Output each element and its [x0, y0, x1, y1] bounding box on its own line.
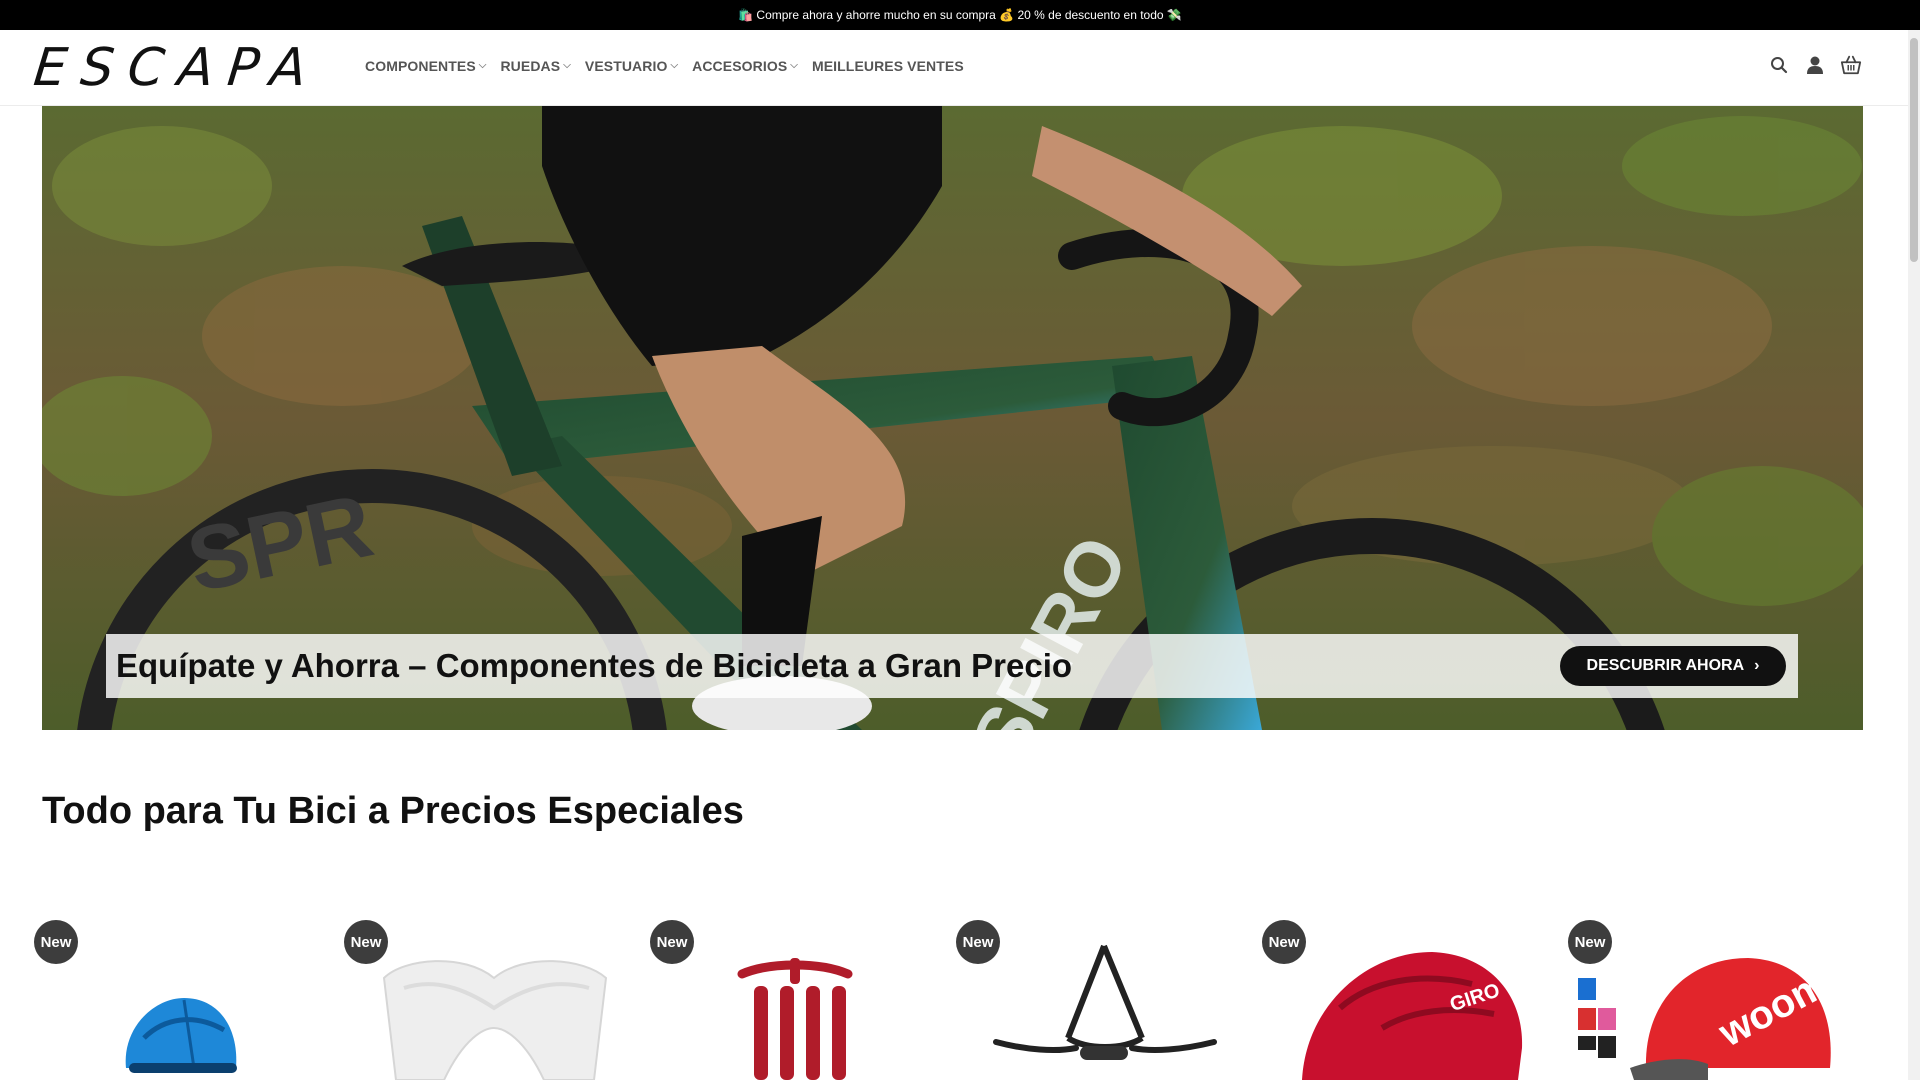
- product-card[interactable]: New: [956, 918, 1246, 1080]
- basket-icon[interactable]: [1840, 54, 1862, 76]
- product-card[interactable]: New woom: [1568, 918, 1858, 1080]
- nav-item-ruedas[interactable]: RUEDAS ⌵: [500, 58, 570, 74]
- search-icon[interactable]: [1768, 54, 1790, 76]
- product-card[interactable]: New: [344, 918, 634, 1080]
- hero-banner[interactable]: SPR SPIRO Equípate y Ahorra – Componente…: [42, 106, 1863, 730]
- nav-item-componentes[interactable]: COMPONENTES ⌵: [365, 58, 486, 74]
- product-card[interactable]: New: [650, 918, 940, 1080]
- chevron-down-icon: ⌵: [478, 59, 487, 71]
- section-title: Todo para Tu Bici a Precios Especiales: [42, 790, 744, 832]
- site-header: ESCAPA COMPONENTES ⌵ RUEDAS ⌵ VESTUARIO …: [0, 30, 1920, 106]
- new-badge: New: [650, 920, 694, 964]
- nav-item-vestuario[interactable]: VESTUARIO ⌵: [585, 58, 678, 74]
- logo-text: ESCAPA: [30, 38, 324, 98]
- new-badge: New: [956, 920, 1000, 964]
- header-actions: [1768, 54, 1862, 76]
- announcement-bar: 🛍️ Compre ahora y ahorre mucho en su com…: [0, 0, 1920, 30]
- page-scrollbar[interactable]: [1908, 30, 1920, 1080]
- announcement-text: 🛍️ Compre ahora y ahorre mucho en su com…: [738, 8, 1182, 22]
- user-icon[interactable]: [1804, 54, 1826, 76]
- new-badge: New: [1262, 920, 1306, 964]
- chevron-down-icon: ⌵: [790, 59, 798, 71]
- main-nav: COMPONENTES ⌵ RUEDAS ⌵ VESTUARIO ⌵ ACCES…: [365, 58, 964, 74]
- hero-caption: Equípate y Ahorra – Componentes de Bicic…: [106, 634, 1798, 698]
- site-logo[interactable]: ESCAPA: [31, 38, 323, 98]
- product-grid: New New New New New GIRO New woom: [34, 918, 1864, 1080]
- product-card[interactable]: New: [34, 918, 324, 1080]
- product-card[interactable]: New GIRO: [1262, 918, 1552, 1080]
- chevron-right-icon: ›: [1754, 657, 1760, 674]
- chevron-down-icon: ⌵: [670, 59, 679, 71]
- new-badge: New: [344, 920, 388, 964]
- hero-title: Equípate y Ahorra – Componentes de Bicic…: [116, 647, 1073, 684]
- nav-item-meilleures-ventes[interactable]: MEILLEURES VENTES: [812, 58, 964, 74]
- new-badge: New: [1568, 920, 1612, 964]
- scroll-thumb[interactable]: [1910, 38, 1918, 262]
- discover-now-button[interactable]: DESCUBRIR AHORA ›: [1560, 646, 1786, 686]
- nav-item-accesorios[interactable]: ACCESORIOS ⌵: [692, 58, 798, 74]
- new-badge: New: [34, 920, 78, 964]
- chevron-down-icon: ⌵: [563, 59, 571, 71]
